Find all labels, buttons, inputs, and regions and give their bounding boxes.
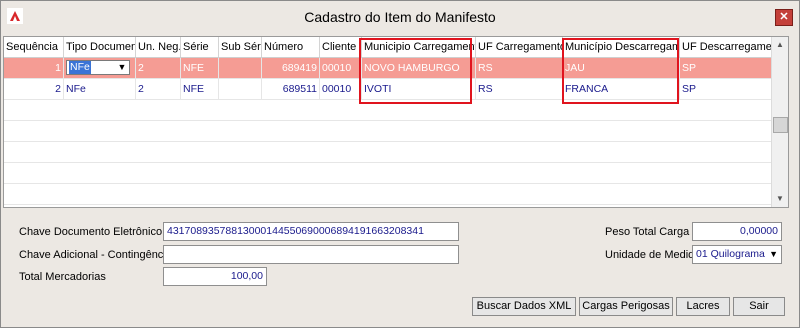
peso-total-field[interactable]: 0,00000 — [692, 222, 782, 241]
cell-cliente: 00010 — [320, 58, 362, 78]
highlight-municipio-descarregamento — [562, 38, 679, 104]
col-sequencia[interactable]: Sequência — [4, 37, 64, 57]
unidade-medida-select[interactable]: 01 Quilograma ▼ — [692, 245, 782, 264]
title-bar: Cadastro do Item do Manifesto ✕ — [1, 1, 799, 31]
buscar-xml-button[interactable]: Buscar Dados XML — [472, 297, 576, 316]
cell-un-neg: 2 — [136, 79, 181, 99]
empty-row — [4, 142, 772, 163]
cell-uf-descarregamento: SP — [680, 79, 772, 99]
cell-cliente: 00010 — [320, 79, 362, 99]
cell-sequencia: 1 — [4, 58, 64, 78]
empty-row — [4, 163, 772, 184]
empty-row — [4, 121, 772, 142]
cell-tipo-documento[interactable]: NFe ▼ — [64, 58, 136, 78]
cell-numero: 689511 — [262, 79, 320, 99]
chave-documento-label: Chave Documento Eletrônico — [19, 226, 163, 238]
cell-sequencia: 2 — [4, 79, 64, 99]
cell-numero: 689419 — [262, 58, 320, 78]
col-sub-serie[interactable]: Sub Série — [219, 37, 262, 57]
cell-un-neg: 2 — [136, 58, 181, 78]
highlight-municipio-carregamento — [359, 38, 472, 104]
chave-documento-field[interactable]: 4317089357881300014455069000689419166320… — [163, 222, 459, 241]
cell-sub-serie — [219, 79, 262, 99]
scroll-thumb[interactable] — [773, 117, 788, 133]
unidade-medida-value: 01 Quilograma — [696, 248, 765, 260]
tipo-documento-select[interactable]: NFe ▼ — [66, 60, 130, 75]
col-serie[interactable]: Série — [181, 37, 219, 57]
lacres-button[interactable]: Lacres — [676, 297, 730, 316]
col-un-neg[interactable]: Un. Neg. — [136, 37, 181, 57]
dialog-window: Cadastro do Item do Manifesto ✕ Sequênci… — [0, 0, 800, 328]
col-uf-descarregamento[interactable]: UF Descarregamento — [680, 37, 772, 57]
cell-tipo-documento: NFe — [64, 79, 136, 99]
col-numero[interactable]: Número — [262, 37, 320, 57]
col-cliente[interactable]: Cliente — [320, 37, 362, 57]
window-title: Cadastro do Item do Manifesto — [304, 9, 496, 25]
chave-adicional-field[interactable] — [163, 245, 459, 264]
chevron-down-icon[interactable]: ▼ — [769, 246, 778, 263]
col-tipo-documento[interactable]: Tipo Documento — [64, 37, 136, 57]
total-mercadorias-field[interactable]: 100,00 — [163, 267, 267, 286]
grid-scrollbar[interactable]: ▲ ▼ — [771, 37, 788, 207]
peso-total-label: Peso Total Carga — [605, 226, 690, 238]
cargas-perigosas-button[interactable]: Cargas Perigosas — [579, 297, 673, 316]
unidade-medida-label: Unidade de Medida — [605, 249, 701, 261]
cell-serie: NFE — [181, 79, 219, 99]
scroll-up-icon[interactable]: ▲ — [772, 37, 788, 53]
cell-serie: NFE — [181, 58, 219, 78]
cell-uf-carregamento: RS — [476, 79, 563, 99]
sair-button[interactable]: Sair — [733, 297, 785, 316]
col-uf-carregamento[interactable]: UF Carregamento — [476, 37, 563, 57]
scroll-down-icon[interactable]: ▼ — [772, 191, 788, 207]
cell-sub-serie — [219, 58, 262, 78]
cell-uf-carregamento: RS — [476, 58, 563, 78]
cell-uf-descarregamento: SP — [680, 58, 772, 78]
items-grid[interactable]: Sequência Tipo Documento Un. Neg. Série … — [3, 36, 789, 208]
total-mercadorias-label: Total Mercadorias — [19, 271, 106, 283]
close-button[interactable]: ✕ — [775, 9, 793, 26]
tipo-documento-value: NFe — [69, 61, 91, 74]
empty-row — [4, 184, 772, 205]
chevron-down-icon[interactable]: ▼ — [116, 61, 128, 74]
